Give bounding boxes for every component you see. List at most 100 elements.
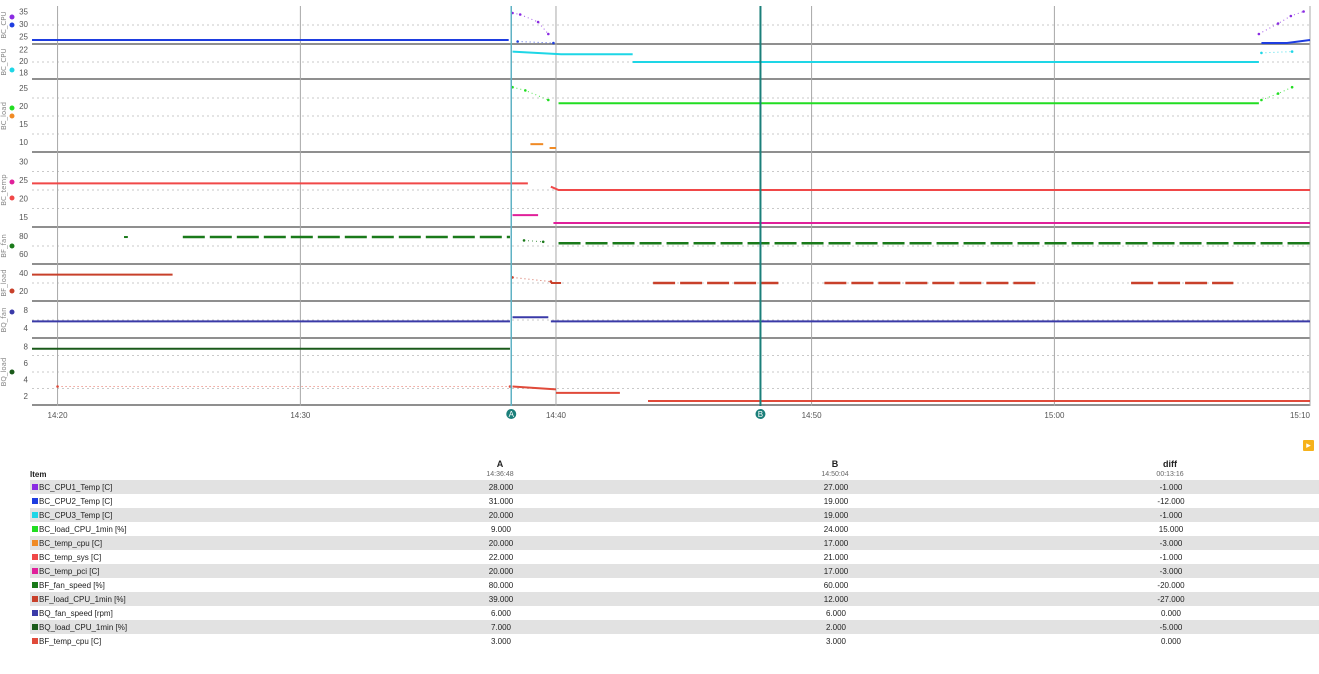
series-color-swatch [32,512,38,519]
series-line [1261,39,1311,44]
series-color-swatch [32,596,38,603]
series-line [550,185,1310,191]
y-tick-label: 2 [24,392,29,401]
series-point [547,32,550,36]
value-at-a: 9.000 [490,524,512,534]
table-row[interactable]: BF_temp_cpu [C] 3.000 3.000 0.000 [30,634,1319,648]
y-tick-label: 25 [19,33,28,42]
row-name: BF_temp_cpu [C] [30,634,330,648]
y-tick-label: 20 [19,57,28,66]
value-at-b: 19.000 [670,508,1000,522]
table-row[interactable]: BC_temp_cpu [C] 20.000 17.000 -3.000 [30,536,1319,550]
row-name: BC_temp_cpu [C] [30,536,330,550]
x-tick-label: 14:30 [290,411,311,420]
table-row[interactable]: BQ_load_CPU_1min [%] 7.000 2.000 -5.000 [30,620,1319,634]
table-row[interactable]: BC_CPU3_Temp [C] 20.000 19.000 -1.000 [30,508,1319,522]
series-name: BC_temp_pci [C] [39,566,100,576]
table-row[interactable]: BF_fan_speed [%] 80.000 60.000 -20.000 [30,578,1319,592]
x-tick-label: 14:20 [48,411,69,420]
value-at-a: 28.000 [330,480,670,494]
row-name: BC_CPU2_Temp [C] [30,494,330,508]
y-tick-label: 35 [19,7,28,16]
series-name: BC_CPU3_Temp [C] [39,510,113,520]
value-at-b: 27.000 [670,480,1000,494]
table-row[interactable]: BC_temp_pci [C] 20.000 17.000 -3.000 [30,564,1319,578]
series-line [512,276,551,283]
cursor-badge-label: A [509,410,515,419]
series-line [1261,51,1293,54]
series-color-swatch [32,526,38,533]
col-diff-header: diff [1163,458,1177,469]
value-diff: -1.000 [1000,480,1319,494]
table-row[interactable]: BC_temp_sys [C] 22.000 21.000 -1.000 [30,550,1319,564]
lane-color-marker [9,243,15,249]
y-tick-label: 10 [19,138,28,147]
y-tick-label: 20 [19,194,28,203]
lane-label: BQ_fan [0,307,8,332]
y-tick-label: 30 [19,20,28,29]
table-row[interactable]: BC_load_CPU_1min [%] 9.000 24.000 15.000 [30,522,1319,536]
table-row[interactable]: BF_load_CPU_1min [%] 39.000 12.000 -27.000 [30,592,1319,606]
series-name: BC_temp_sys [C] [39,552,102,562]
table-row[interactable]: BQ_fan_speed [rpm] 6.000 6.000 0.000 [30,606,1319,620]
y-tick-label: 4 [24,375,29,384]
series-color-swatch [32,540,38,547]
chart-svg[interactable]: 35 30 25 BC_CPU 22 20 18 BC_CPU 25 20 15 10 BC_load 3… [0,0,1319,458]
row-name: BC_temp_sys [C] [30,550,330,564]
lane-color-marker [9,105,15,111]
row-name: BC_CPU3_Temp [C] [30,508,330,522]
series-color-swatch [32,582,38,589]
row-name: BF_load_CPU_1min [%] [30,592,330,606]
series-line [517,41,554,44]
value-at-a: 3.000 [490,636,512,646]
series-name: BF_fan_speed [%] [39,580,105,590]
col-item-header [30,458,330,469]
y-tick-label: 20 [19,287,28,296]
y-tick-label: 80 [19,232,28,241]
y-tick-label: 6 [24,359,29,368]
value-at-b: 21.000 [823,552,849,562]
value-at-b: 17.000 [670,564,1000,578]
series-point [1302,10,1305,13]
y-tick-label: 25 [19,176,28,185]
y-tick-label: 18 [19,68,28,77]
series-name: BQ_load_CPU_1min [%] [39,622,128,632]
series-name: BC_temp_cpu [C] [39,538,103,548]
col-b-time: 14:50:04 [821,471,849,478]
table-row[interactable]: BC_CPU1_Temp [C] 28.000 27.000 -1.000 [30,480,1319,494]
table-row[interactable]: BC_CPU2_Temp [C] 31.000 19.000 -12.000 [30,494,1319,508]
y-tick-label: 40 [19,269,28,278]
value-at-a: 80.000 [488,580,514,590]
value-diff: -27.000 [1000,592,1319,606]
value-at-b: 2.000 [670,620,1000,634]
col-b-header: B [831,458,839,469]
lane-color-marker [9,14,15,20]
value-diff: -1.000 [1159,552,1183,562]
series-color-swatch [32,568,38,575]
scroll-right-button[interactable]: ▸ [1303,440,1314,451]
value-diff: -1.000 [1000,508,1319,522]
table-header-row: A B diff [30,458,1319,469]
timeline-chart[interactable]: 35 30 25 BC_CPU 22 20 18 BC_CPU 25 20 15 10 BC_load 3… [0,0,1319,458]
lane-label: BC_temp [0,174,8,206]
y-tick-label: 22 [19,46,28,55]
value-at-a: 20.000 [330,564,670,578]
value-at-b: 24.000 [823,524,849,534]
series-line [523,239,544,243]
series-color-swatch [32,624,38,631]
lane-label: BC_CPU [0,48,8,75]
series-line [1258,11,1304,35]
lane-label: BQ_load [0,358,8,387]
value-diff: 15.000 [1158,524,1184,534]
row-name: BQ_fan_speed [rpm] [30,606,330,620]
series-name: BF_temp_cpu [C] [39,636,102,646]
table-subheader-row: Item 14:36:48 14:50:04 00:13:16 [30,469,1319,480]
series-name: BQ_fan_speed [rpm] [39,608,113,618]
value-at-a: 7.000 [330,620,670,634]
value-at-a: 20.000 [330,536,670,550]
value-diff: 0.000 [1160,608,1182,618]
value-at-b: 60.000 [823,580,849,590]
y-tick-label: 15 [19,213,28,222]
series-point [541,240,545,244]
y-tick-label: 8 [24,342,29,351]
